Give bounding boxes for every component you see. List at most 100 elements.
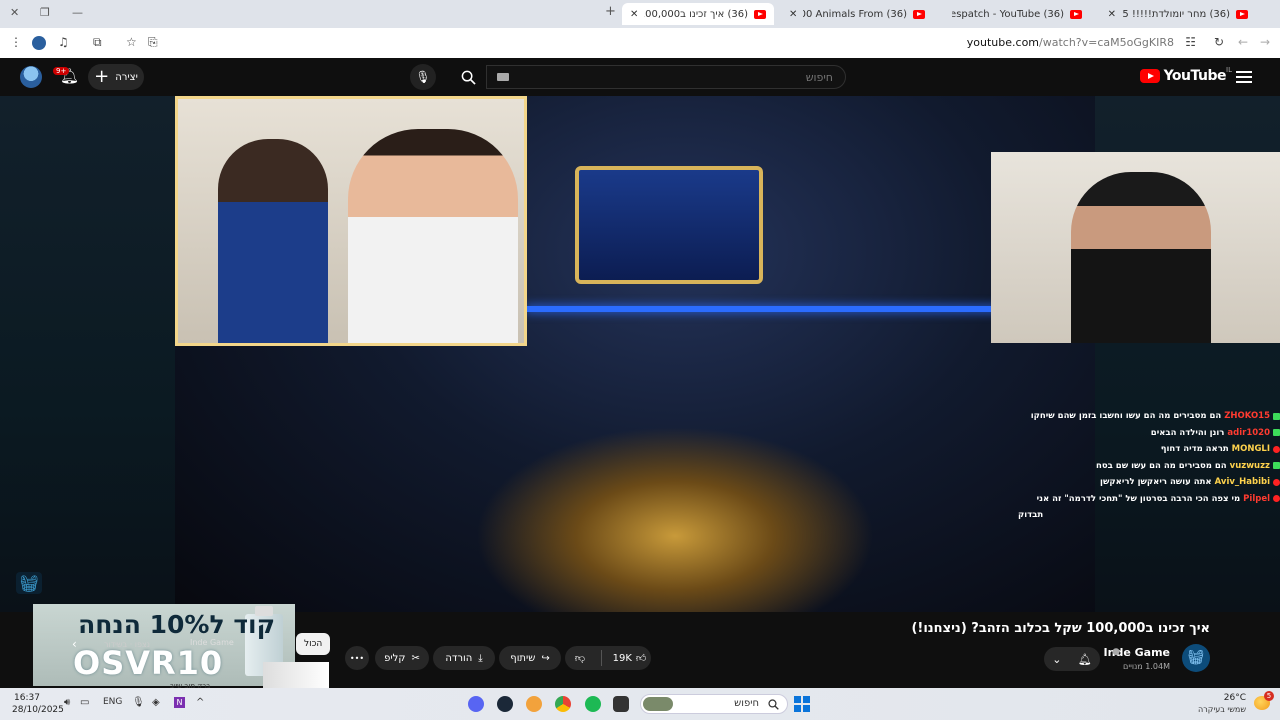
tab[interactable]: (36) I Saved 1,000 Animals From ✕ bbox=[781, 3, 933, 25]
site-settings-icon[interactable]: ☷ bbox=[1185, 35, 1196, 49]
clock-time[interactable]: 16:37 bbox=[14, 693, 40, 703]
notification-count-badge: 9+ bbox=[53, 67, 70, 75]
chat-username: Aviv_Habibi bbox=[1214, 477, 1270, 487]
windows-taskbar: 16:37 28/10/2025 🔊︎ ▭ ENG 🎙︎ ◈ N ^ חיפוש… bbox=[0, 688, 1280, 720]
file-explorer-icon[interactable] bbox=[613, 696, 629, 712]
video-title: איך זכינו ב100,000 שקל בכלוב הזהב? (ניצח… bbox=[911, 621, 1210, 636]
search-input[interactable] bbox=[531, 70, 835, 85]
tab-title: (36) despatch - YouTube bbox=[952, 8, 1064, 20]
like-dislike-group: 👍︎ 19K 👎︎ bbox=[565, 646, 651, 670]
chat-text: תראה מדיה דחוף bbox=[1160, 444, 1229, 454]
recommendation-channel: Inde Game bbox=[190, 638, 234, 647]
minimize-window-icon[interactable]: — bbox=[72, 6, 83, 19]
share-button[interactable]: ↪ שיתוף bbox=[499, 646, 561, 670]
steam-icon[interactable] bbox=[497, 696, 513, 712]
bookmark-star-icon[interactable]: ☆ bbox=[126, 35, 137, 49]
language-indicator[interactable]: ENG bbox=[103, 697, 122, 707]
verified-icon: ● bbox=[1112, 647, 1120, 657]
chrome-icon[interactable] bbox=[555, 696, 571, 712]
recommendation-thumbnail[interactable] bbox=[263, 662, 329, 688]
restore-window-icon[interactable]: ❐ bbox=[40, 6, 50, 19]
profile-icon[interactable] bbox=[32, 36, 46, 50]
facecam-streamer bbox=[991, 152, 1280, 343]
carousel-prev-icon[interactable]: ‹ bbox=[72, 637, 77, 651]
tab-title: (36) איך זכינו ב100,000 שקל בכ bbox=[644, 8, 748, 20]
taskbar-search[interactable]: חיפוש bbox=[640, 694, 788, 714]
video-frame[interactable] bbox=[175, 96, 1095, 612]
scissors-icon: ✂ bbox=[411, 652, 420, 664]
filter-chip-all[interactable]: הכול bbox=[296, 633, 331, 655]
subscription-bell-button[interactable]: ⌄ 🔔︎ bbox=[1044, 647, 1100, 671]
url-path: /watch?v=caM5oGgKIR8 bbox=[1039, 36, 1174, 49]
chevron-down-icon: ⌄ bbox=[1052, 652, 1062, 666]
extensions-icon[interactable]: ⧉ bbox=[93, 35, 102, 50]
menu-dots-icon[interactable]: ⋮ bbox=[10, 35, 22, 49]
facecam-guests bbox=[175, 96, 527, 346]
chat-message: תבדוק bbox=[1018, 507, 1280, 524]
account-avatar[interactable] bbox=[20, 66, 42, 88]
clock-date[interactable]: 28/10/2025 bbox=[12, 705, 64, 715]
voice-search-button[interactable]: 🎙︎ bbox=[410, 64, 436, 90]
logo-text: YouTube bbox=[1163, 68, 1227, 84]
channel-avatar[interactable]: 🧺︎ bbox=[1182, 644, 1210, 672]
like-button[interactable]: 👍︎ 19K bbox=[608, 646, 651, 670]
weather-temperature[interactable]: 26°C bbox=[1224, 693, 1246, 703]
close-window-icon[interactable]: ✕ bbox=[10, 6, 19, 19]
video-player[interactable]: ZHOKO15 הם מסבירים מה הם עשו וחשבו בזמן ש… bbox=[0, 96, 1280, 612]
security-tray-icon[interactable]: ◈ bbox=[152, 697, 160, 708]
chat-badge-icon bbox=[1273, 462, 1280, 470]
url-field[interactable]: youtube.com/watch?v=caM5oGgKIR8 bbox=[967, 36, 1174, 49]
search-button[interactable] bbox=[451, 65, 486, 89]
media-control-icon[interactable]: ♫ bbox=[58, 35, 69, 49]
back-icon[interactable]: ← bbox=[1238, 35, 1248, 49]
tab-title: (36) I Saved 1,000 Animals From bbox=[803, 8, 907, 20]
tab-close-icon[interactable]: ✕ bbox=[789, 9, 797, 20]
chat-text: הם מסבירים מה הם עשו וחשבו בזמן שהם שיחק… bbox=[1030, 411, 1222, 421]
download-button[interactable]: ⤓ הורדה bbox=[433, 646, 495, 670]
chat-text: אתה עושה ריאקשן לריאקשן bbox=[1100, 477, 1212, 487]
share-page-icon[interactable]: ⎘ bbox=[148, 35, 158, 50]
create-button[interactable]: יצירה + bbox=[88, 64, 144, 90]
tab[interactable]: (36) מחר יומולדת!!!!! 5 כוכ ✕ bbox=[1098, 3, 1256, 25]
chat-badge-icon bbox=[1273, 429, 1280, 437]
guest-right bbox=[348, 129, 518, 343]
volume-icon[interactable]: 🔊︎ bbox=[64, 697, 70, 708]
chat-text: מי צפה הכי הרבה בסרטון של "תחכי לדרמה" ז… bbox=[1036, 493, 1241, 504]
microphone-tray-icon[interactable]: 🎙︎ bbox=[132, 697, 145, 708]
dislike-button[interactable]: 👎︎ bbox=[565, 646, 595, 670]
chat-text: הם מסבירים מה הם עשו שם בסח bbox=[1096, 460, 1227, 471]
show-hidden-icons-chevron-icon[interactable]: ^ bbox=[196, 697, 204, 708]
channel-watermark-icon[interactable]: 🧺︎ bbox=[16, 572, 42, 594]
clip-button[interactable]: ✂ קליפ bbox=[375, 646, 429, 670]
more-icon: ••• bbox=[349, 653, 365, 663]
discord-icon[interactable] bbox=[468, 696, 484, 712]
ad-promo-code: OSVR10 bbox=[73, 644, 224, 682]
app-icon[interactable] bbox=[526, 696, 542, 712]
keyboard-icon[interactable] bbox=[497, 73, 509, 81]
hamburger-menu-icon[interactable] bbox=[1236, 68, 1252, 86]
weather-description[interactable]: שמשי בעיקרה bbox=[1198, 705, 1246, 714]
network-icon[interactable]: ▭ bbox=[80, 697, 89, 708]
tab-close-icon[interactable]: ✕ bbox=[1108, 9, 1116, 20]
onenote-tray-icon[interactable]: N bbox=[174, 697, 185, 708]
tab-close-icon[interactable]: ✕ bbox=[630, 9, 638, 20]
chat-message: ZHOKO15 הם מסבירים מה הם עשו וחשבו בזמן ש… bbox=[1018, 408, 1280, 425]
tab-active[interactable]: (36) איך זכינו ב100,000 שקל בכ ✕ bbox=[622, 3, 774, 25]
youtube-play-icon bbox=[1139, 69, 1160, 83]
chat-text: רונן והילדה הבאים bbox=[1150, 427, 1225, 438]
windows-start-icon[interactable] bbox=[794, 696, 810, 712]
more-actions-button[interactable]: ••• bbox=[345, 646, 369, 670]
spotify-icon[interactable] bbox=[585, 696, 601, 712]
browser-toolbar: ⋮ ♫ ⧉ ☆ ⎘ youtube.com/watch?v=caM5oGgKIR… bbox=[0, 28, 1280, 59]
clip-label: קליפ bbox=[384, 652, 406, 664]
forward-icon[interactable]: → bbox=[1260, 35, 1270, 49]
tab[interactable]: (36) despatch - YouTube bbox=[938, 3, 1090, 25]
reload-icon[interactable]: ↻ bbox=[1214, 35, 1224, 49]
search-icon bbox=[768, 699, 779, 710]
stream-chat-overlay: ZHOKO15 הם מסבירים מה הם עשו וחשבו בזמן ש… bbox=[1018, 408, 1280, 524]
youtube-logo[interactable]: YouTube IL bbox=[1139, 66, 1232, 84]
chat-username: ZHOKO15 bbox=[1224, 411, 1270, 421]
search-highlight-image bbox=[643, 697, 673, 711]
new-tab-button[interactable]: + bbox=[605, 4, 616, 19]
chat-message: Aviv_Habibi אתה עושה ריאקשן לריאקשן bbox=[1018, 474, 1280, 491]
